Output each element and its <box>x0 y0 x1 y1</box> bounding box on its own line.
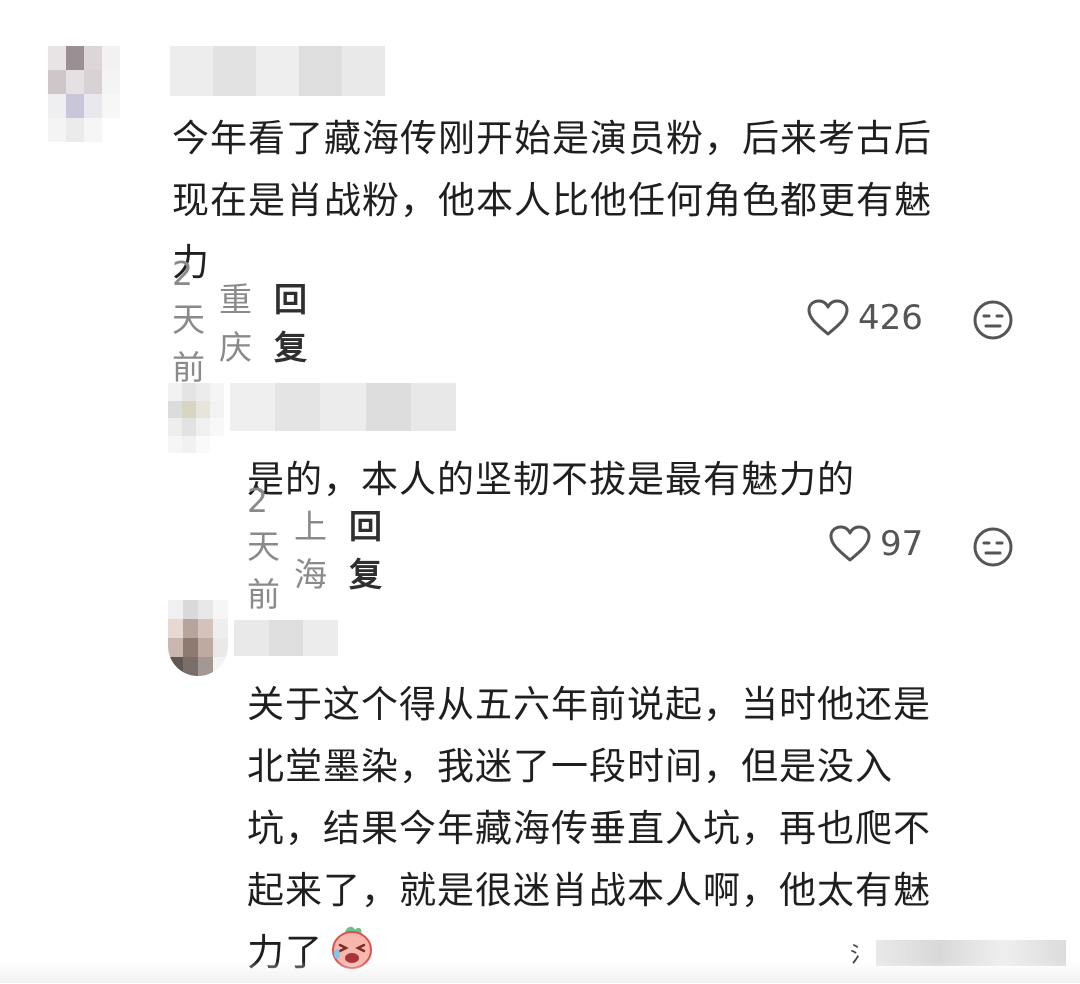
avatar[interactable] <box>168 600 228 676</box>
comment-meta: 2天前 重庆 回复 <box>172 254 307 387</box>
unhappy-face-icon <box>973 300 1013 340</box>
reply-button[interactable]: 回复 <box>349 500 382 596</box>
like-button[interactable]: 97 <box>828 524 923 564</box>
reply-button[interactable]: 回复 <box>274 273 307 369</box>
comment-text: 今年看了藏海传刚开始是演员粉，后来考古后 现在是肖战粉，他本人比他任何角色都更有… <box>172 117 932 284</box>
username[interactable] <box>230 383 456 431</box>
avatar[interactable] <box>168 383 224 453</box>
avatar[interactable] <box>48 46 120 142</box>
comment-time: 2天前 <box>172 253 205 387</box>
like-count: 426 <box>858 298 923 338</box>
heart-outline-icon <box>829 525 871 562</box>
like-button[interactable]: 426 <box>806 298 923 338</box>
comment-location: 上海 <box>294 507 327 594</box>
heart-outline-icon <box>807 299 849 336</box>
comment-meta: 2天前 上海 回复 <box>247 481 382 614</box>
comment-location: 重庆 <box>219 280 252 367</box>
username[interactable] <box>234 620 338 656</box>
next-comment-edge <box>0 961 1080 983</box>
username[interactable] <box>170 46 385 96</box>
comment-time: 2天前 <box>247 480 280 614</box>
unhappy-face-icon <box>973 527 1013 567</box>
like-count: 97 <box>880 524 924 564</box>
dislike-button[interactable] <box>972 526 1014 572</box>
dislike-button[interactable] <box>972 299 1014 345</box>
